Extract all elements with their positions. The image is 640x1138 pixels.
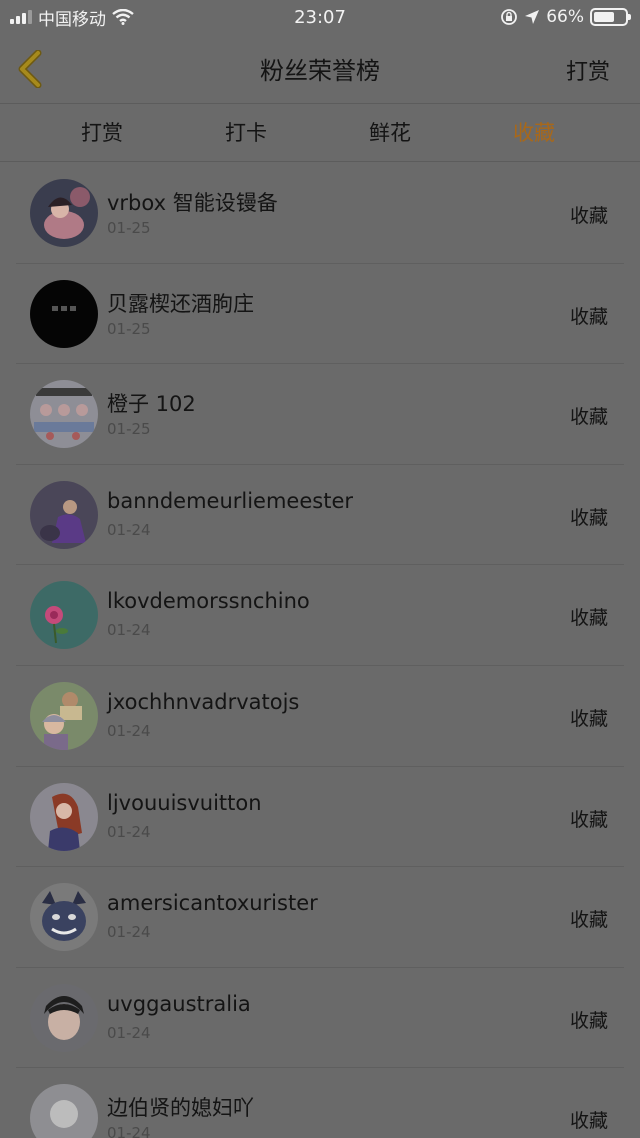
battery-fill	[594, 12, 614, 22]
status-bar: 中国移动 23:07 66%	[0, 0, 640, 34]
status-right: 66%	[500, 7, 631, 27]
group-photo-avatar	[30, 380, 98, 449]
list-item[interactable]: 边伯贤的媳妇吖 01-24 收藏	[16, 1068, 624, 1138]
anime-girl-avatar	[30, 782, 98, 851]
item-date: 01-24	[107, 721, 151, 740]
tab-reward[interactable]: 打赏	[30, 105, 174, 161]
list-item[interactable]: amersicantoxurister 01-24 收藏	[16, 867, 624, 968]
item-date: 01-24	[107, 520, 151, 539]
favorite-label: 收藏	[569, 406, 608, 429]
purple-dress-avatar	[30, 480, 98, 549]
tab-favorites[interactable]: 收藏	[462, 105, 606, 161]
wifi-icon	[112, 9, 134, 25]
user-name: vrbox 智能设镘备	[107, 191, 278, 215]
kids-photo-avatar	[30, 681, 98, 750]
cartoon-monster-avatar	[30, 883, 98, 952]
battery-percent: 66%	[546, 7, 584, 27]
page-title: 粉丝荣誉榜	[260, 57, 380, 85]
item-date: 01-25	[107, 319, 151, 338]
list-item[interactable]: 贝露楔还酒朐庄 01-25 收藏	[16, 264, 624, 365]
nav-bar: 粉丝荣誉榜 打赏	[0, 34, 640, 104]
person-portrait-avatar	[30, 1084, 98, 1138]
favorite-label: 收藏	[569, 1009, 608, 1032]
favorite-label: 收藏	[569, 1110, 608, 1133]
favorite-label: 收藏	[569, 506, 608, 529]
item-date: 01-25	[107, 219, 151, 237]
user-name: amersicantoxurister	[107, 891, 318, 916]
item-date: 01-25	[107, 420, 151, 439]
user-name: 橙子 102	[107, 392, 196, 417]
carrier-label: 中国移动	[38, 9, 106, 30]
status-time: 23:07	[294, 6, 346, 28]
list-item[interactable]: ljvouuisvuitton 01-24 收藏	[16, 767, 624, 868]
list-item[interactable]: uvggaustralia 01-24 收藏	[16, 968, 624, 1069]
cellular-signal-icon	[10, 10, 32, 24]
status-left: 中国移动	[10, 5, 134, 30]
favorite-label: 收藏	[569, 305, 608, 328]
tab-bar: 打赏 打卡 鲜花 收藏	[0, 105, 640, 162]
user-name: ljvouuisvuitton	[107, 790, 262, 815]
user-name: jxochhnvadrvatojs	[107, 689, 300, 714]
fan-list: vrbox 智能设镘备 01-25 收藏 贝露楔还酒朐庄 01-25 收藏 橙子…	[0, 163, 640, 1138]
boy-portrait-avatar	[30, 983, 98, 1052]
location-arrow-icon	[525, 10, 540, 24]
reward-button[interactable]: 打赏	[566, 54, 610, 86]
orientation-lock-icon	[501, 9, 518, 25]
black-text-avatar	[30, 279, 98, 348]
item-date: 01-24	[107, 621, 151, 640]
user-name: 贝露楔还酒朐庄	[107, 291, 254, 316]
favorite-label: 收藏	[569, 607, 608, 630]
item-date: 01-24	[107, 1023, 151, 1042]
tab-flowers[interactable]: 鲜花	[318, 105, 462, 161]
tab-checkin[interactable]: 打卡	[174, 105, 318, 161]
list-item[interactable]: lkovdemorssnchino 01-24 收藏	[16, 565, 624, 666]
item-date: 01-24	[107, 1124, 151, 1138]
girl-portrait-avatar	[30, 179, 98, 247]
pink-flower-avatar	[30, 581, 98, 650]
favorite-label: 收藏	[569, 205, 608, 227]
list-item[interactable]: 橙子 102 01-25 收藏	[16, 364, 624, 465]
user-name: lkovdemorssnchino	[107, 589, 310, 614]
battery-icon	[590, 8, 631, 26]
favorite-label: 收藏	[569, 707, 608, 730]
list-item[interactable]: jxochhnvadrvatojs 01-24 收藏	[16, 666, 624, 767]
item-date: 01-24	[107, 822, 151, 841]
list-item[interactable]: banndemeurliemeester 01-24 收藏	[16, 465, 624, 566]
back-arrow-icon[interactable]	[14, 50, 44, 88]
item-date: 01-24	[107, 923, 151, 942]
favorite-label: 收藏	[569, 808, 608, 831]
user-name: uvggaustralia	[107, 991, 251, 1016]
list-item[interactable]: vrbox 智能设镘备 01-25 收藏	[16, 163, 624, 264]
favorite-label: 收藏	[569, 909, 608, 932]
user-name: banndemeurliemeester	[107, 488, 354, 513]
user-name: 边伯贤的媳妇吖	[107, 1096, 254, 1121]
